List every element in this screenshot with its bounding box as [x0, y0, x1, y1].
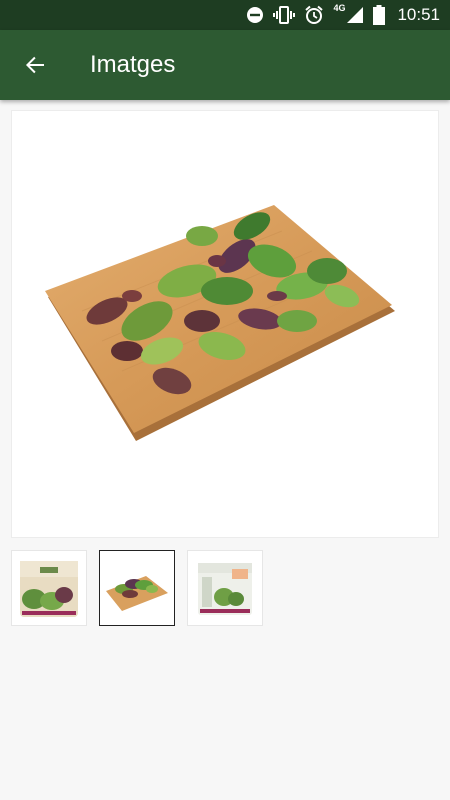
signal-icon [347, 7, 364, 23]
thumbnail-strip [11, 550, 275, 628]
thumbnail-package-front[interactable] [11, 550, 87, 626]
vibrate-icon [273, 6, 296, 24]
status-bar: 4G 10:51 [0, 0, 450, 30]
alarm-icon [305, 5, 324, 24]
battery-icon [373, 5, 386, 25]
do-not-disturb-icon [247, 7, 264, 23]
network-type-label: 4G [333, 3, 346, 13]
package-front-image [20, 561, 78, 617]
salad-on-board-image [45, 205, 395, 441]
package-back-image [198, 563, 252, 615]
status-icons: 4G 10:51 [237, 0, 440, 30]
back-button[interactable] [14, 44, 56, 86]
status-time: 10:51 [397, 5, 440, 24]
thumbnail-package-back[interactable] [187, 550, 263, 626]
salad-board-thumb-image [106, 576, 168, 611]
page-title: Imatges [90, 51, 176, 78]
main-image[interactable] [11, 110, 439, 538]
arrow-back-icon [26, 56, 44, 74]
thumbnail-salad-board[interactable] [99, 550, 175, 626]
app-bar: Imatges [0, 30, 450, 100]
